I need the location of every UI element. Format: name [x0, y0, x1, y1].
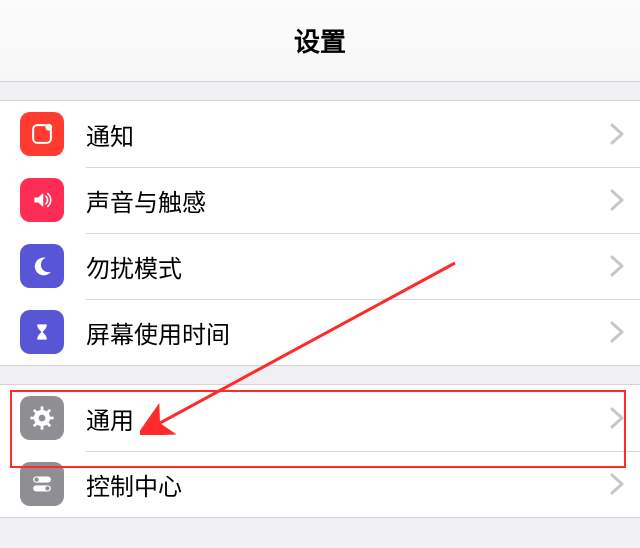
row-screen-time[interactable]: 屏幕使用时间: [0, 299, 640, 365]
chevron-right-icon: [610, 321, 624, 343]
settings-group-1: 通知 声音与触感 勿扰模式 屏幕使用时间: [0, 100, 640, 366]
moon-icon: [20, 244, 64, 288]
notifications-icon: [20, 112, 64, 156]
chevron-right-icon: [610, 123, 624, 145]
header: 设置: [0, 0, 640, 82]
row-general[interactable]: 通用: [0, 385, 640, 451]
row-label: 屏幕使用时间: [86, 315, 610, 350]
chevron-right-icon: [610, 407, 624, 429]
page-title: 设置: [294, 22, 346, 59]
row-do-not-disturb[interactable]: 勿扰模式: [0, 233, 640, 299]
row-label: 通用: [86, 401, 610, 436]
chevron-right-icon: [610, 189, 624, 211]
chevron-right-icon: [610, 255, 624, 277]
row-control-center[interactable]: 控制中心: [0, 451, 640, 517]
toggles-icon: [20, 462, 64, 506]
settings-group-2: 通用 控制中心: [0, 384, 640, 518]
row-label: 通知: [86, 117, 610, 152]
gear-icon: [20, 396, 64, 440]
row-label: 勿扰模式: [86, 249, 610, 284]
row-label: 控制中心: [86, 467, 610, 502]
chevron-right-icon: [610, 473, 624, 495]
sounds-icon: [20, 178, 64, 222]
hourglass-icon: [20, 310, 64, 354]
row-notifications[interactable]: 通知: [0, 101, 640, 167]
row-sounds[interactable]: 声音与触感: [0, 167, 640, 233]
row-label: 声音与触感: [86, 183, 610, 218]
